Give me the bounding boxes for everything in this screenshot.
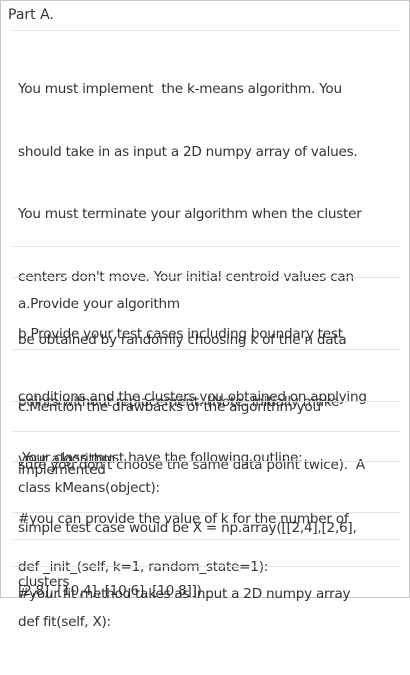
divider — [13, 512, 401, 513]
divider — [13, 566, 401, 567]
divider — [13, 401, 401, 402]
part-title: Part A. — [8, 7, 54, 23]
divider — [13, 277, 401, 278]
intro-line: You must terminate your algorithm when t… — [18, 206, 362, 223]
divider — [13, 461, 401, 462]
divider — [13, 539, 401, 540]
divider — [13, 246, 401, 247]
question-panel: Part A. You must implement the k-means a… — [0, 0, 410, 630]
divider — [13, 349, 401, 350]
item-b-line: b.Provide your test cases including boun… — [18, 325, 343, 342]
divider — [13, 30, 401, 31]
code-line: def fit(self, X): — [18, 613, 111, 630]
code-fit-line: def fit(self, X): — [18, 570, 406, 675]
intro-line: should take in as input a 2D numpy array… — [18, 143, 358, 160]
intro-line: You must implement the k-means algorithm… — [18, 80, 342, 97]
divider — [13, 431, 401, 432]
